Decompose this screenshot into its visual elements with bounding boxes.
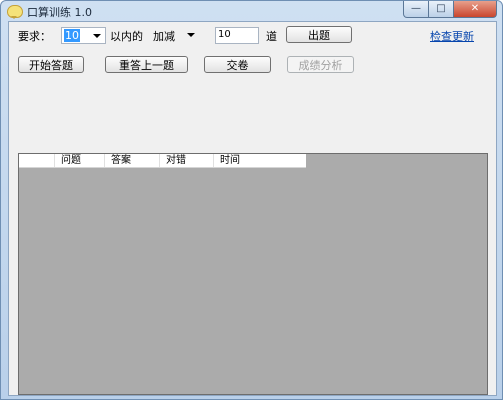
answer-list[interactable]: 问题 答案 对错 时间 bbox=[18, 153, 488, 395]
chevron-down-icon bbox=[93, 34, 101, 38]
client-area: 要求： 10 以内的 加减 10 道 出题 检查更新 开始答题 重答上一题 交卷… bbox=[8, 21, 497, 396]
app-window: 口算训练 1.0 — □ ✕ 要求： 10 以内的 加减 10 道 出题 检查更… bbox=[0, 0, 503, 400]
check-update-link[interactable]: 检查更新 bbox=[430, 28, 474, 44]
column-header-index[interactable] bbox=[19, 154, 55, 167]
question-count-input[interactable]: 10 bbox=[215, 27, 259, 44]
column-header-answer[interactable]: 答案 bbox=[105, 154, 160, 167]
list-header: 问题 答案 对错 时间 bbox=[19, 154, 306, 168]
operation-select-value: 加减 bbox=[153, 30, 175, 43]
redo-previous-label: 重答上一题 bbox=[119, 58, 174, 72]
maximize-icon: □ bbox=[436, 3, 446, 14]
score-analysis-label: 成绩分析 bbox=[298, 58, 343, 72]
start-answering-button[interactable]: 开始答题 bbox=[18, 56, 84, 73]
close-button[interactable]: ✕ bbox=[454, 1, 497, 18]
submit-paper-label: 交卷 bbox=[226, 58, 249, 72]
start-answering-label: 开始答题 bbox=[29, 58, 73, 72]
score-analysis-button[interactable]: 成绩分析 bbox=[287, 56, 354, 73]
range-select[interactable]: 10 bbox=[61, 27, 106, 44]
range-select-value: 10 bbox=[64, 29, 80, 42]
column-header-time[interactable]: 时间 bbox=[214, 154, 306, 167]
window-title: 口算训练 1.0 bbox=[27, 6, 92, 19]
count-unit-label: 道 bbox=[266, 30, 277, 43]
caption-buttons: — □ ✕ bbox=[403, 1, 497, 18]
column-header-question[interactable]: 问题 bbox=[55, 154, 105, 167]
redo-previous-button[interactable]: 重答上一题 bbox=[105, 56, 188, 73]
submit-paper-button[interactable]: 交卷 bbox=[204, 56, 271, 73]
minimize-icon: — bbox=[411, 3, 421, 14]
speech-bubble-icon bbox=[7, 5, 23, 19]
column-header-correctness[interactable]: 对错 bbox=[160, 154, 214, 167]
close-icon: ✕ bbox=[470, 3, 480, 14]
title-bar[interactable]: 口算训练 1.0 — □ ✕ bbox=[1, 1, 502, 21]
maximize-button[interactable]: □ bbox=[429, 1, 454, 18]
range-suffix-label: 以内的 bbox=[110, 30, 143, 43]
minimize-button[interactable]: — bbox=[403, 1, 429, 18]
generate-button-label: 出题 bbox=[308, 28, 330, 42]
operation-select[interactable]: 加减 bbox=[151, 27, 199, 44]
question-count-value: 10 bbox=[218, 29, 231, 40]
chevron-down-icon bbox=[187, 33, 195, 37]
generate-button[interactable]: 出题 bbox=[286, 26, 352, 43]
requirement-label: 要求： bbox=[18, 30, 51, 43]
